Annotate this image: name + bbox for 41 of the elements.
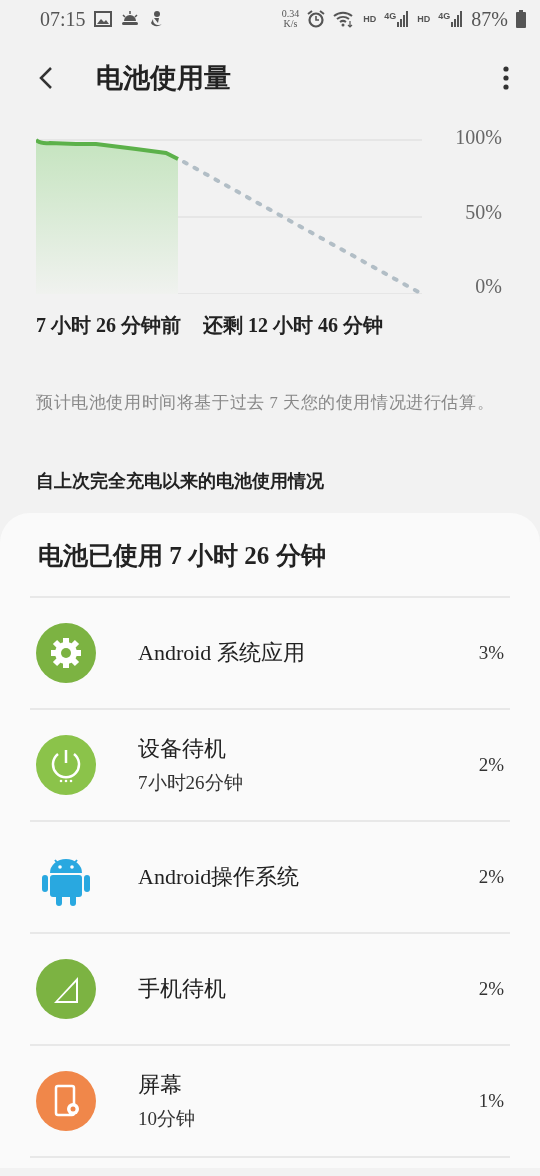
page-title: 电池使用量 bbox=[96, 62, 232, 95]
signal-icon bbox=[451, 11, 464, 27]
battery-icon bbox=[516, 10, 526, 28]
app-name: 屏幕 bbox=[138, 1071, 183, 1099]
app-usage-item[interactable]: 手机待机 2% bbox=[30, 934, 510, 1046]
axis-label: 100% bbox=[454, 126, 502, 149]
app-name: Android操作系统 bbox=[138, 863, 301, 891]
hd-label: HD bbox=[417, 14, 431, 24]
app-usage-item[interactable]: Android 系统应用 3% bbox=[30, 598, 510, 710]
time-ago-label: 7 小时 26 分钟前 bbox=[36, 313, 181, 338]
estimate-note: 预计电池使用时间将基于过去 7 天您的使用情况进行估算。 bbox=[36, 392, 496, 414]
usage-percent: 2% bbox=[478, 754, 504, 776]
axis-label: 0% bbox=[474, 275, 502, 298]
network-label: 4G bbox=[438, 11, 451, 21]
speed-value: 0.34 bbox=[281, 9, 300, 19]
app-name: 手机待机 bbox=[138, 975, 227, 1003]
battery-percent: 87% bbox=[471, 7, 508, 31]
usage-percent: 1% bbox=[478, 1090, 504, 1112]
clock: 07:15 bbox=[40, 7, 86, 31]
app-usage-item[interactable]: Android操作系统 2% bbox=[30, 822, 510, 934]
app-usage-item[interactable]: 屏幕 10分钟 1% bbox=[30, 1046, 510, 1158]
axis-label: 50% bbox=[464, 200, 502, 224]
usage-percent: 3% bbox=[478, 642, 504, 664]
alarm-icon bbox=[307, 10, 326, 28]
signal-icon bbox=[397, 11, 410, 27]
sunrise-icon bbox=[119, 11, 140, 27]
section-title: 自上次完全充电以来的电池使用情况 bbox=[36, 470, 325, 493]
network-label: 4G bbox=[384, 11, 397, 21]
usage-percent: 2% bbox=[478, 978, 504, 1000]
usage-duration: 10分钟 bbox=[138, 1107, 196, 1131]
app-name: Android 系统应用 bbox=[138, 639, 306, 667]
app-usage-item[interactable]: 设备待机 7小时26分钟 2% bbox=[30, 710, 510, 822]
remaining-time-label: 还剩 12 小时 46 分钟 bbox=[203, 313, 383, 338]
more-options-icon bbox=[502, 65, 510, 91]
hd-label: HD bbox=[363, 14, 377, 24]
image-icon bbox=[93, 11, 112, 27]
speed-unit: K/s bbox=[283, 19, 298, 29]
usage-percent: 2% bbox=[478, 866, 504, 888]
app-name: 设备待机 bbox=[138, 735, 227, 763]
usage-summary-title: 电池已使用 7 小时 26 分钟 bbox=[30, 513, 510, 598]
usage-duration: 7小时26分钟 bbox=[138, 771, 244, 795]
